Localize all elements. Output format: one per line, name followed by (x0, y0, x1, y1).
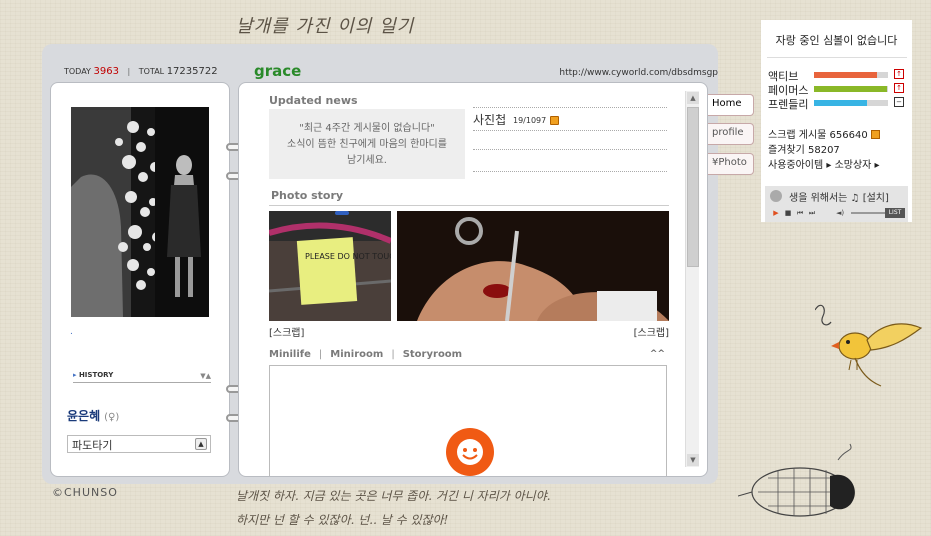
surf-select[interactable]: 파도타기 ▲ (67, 435, 211, 453)
surf-select-value: 파도타기 (72, 439, 113, 452)
updated-news-title: Updated news (269, 94, 358, 107)
total-label: TOTAL (138, 67, 165, 76)
scrap-posts-text: 스크랩 게시물 656640 (768, 130, 868, 141)
counter-separator: | (127, 67, 131, 76)
tab-profile[interactable]: profile (708, 123, 754, 145)
album-label: 사진첩 (473, 113, 507, 127)
photo-story-title: Photo story (271, 189, 344, 202)
new-badge-icon (870, 130, 880, 139)
main-panel: Updated news "최근 4주간 게시물이 없습니다" 소식이 뜸한 친… (238, 82, 708, 477)
playlist-button[interactable]: LIST (885, 208, 905, 218)
scrap-link[interactable]: [스크랩] (609, 324, 669, 339)
news-line: "최근 4주간 게시물이 없습니다" (299, 123, 435, 134)
tab-storyroom[interactable]: Storyroom (403, 349, 462, 360)
new-badge-icon (550, 116, 559, 125)
bgm-player: 생을 위해서는 ♫ [설치] ▶ ■ ⏮ ⏭ ◄) LIST (765, 186, 908, 222)
tab-home[interactable]: Home (708, 94, 754, 116)
prev-icon[interactable]: ⏮ (795, 208, 805, 218)
divider (767, 57, 907, 58)
photo-story-image-1[interactable]: PLEASE DO NOT TOUCH!! (269, 211, 391, 321)
scrap-link[interactable]: [스크랩] (269, 324, 329, 339)
tab-miniroom[interactable]: Miniroom (330, 349, 383, 360)
bgm-title[interactable]: 생을 위해서는 ♫ [설치] (789, 189, 905, 204)
today-count: 3963 (93, 66, 119, 77)
stat-friendly: 프렌들리 − (768, 96, 908, 111)
stat-famous: 페이머스 ↑ (768, 82, 908, 97)
volume-icon[interactable]: ◄) (835, 208, 845, 218)
scroll-down-icon[interactable]: ▼ (687, 454, 699, 466)
bottom-handwriting: 날개짓 하자. 지금 있는 곳은 너무 좁아. 거긴 니 자리가 아니야. 하지… (236, 484, 576, 534)
owner-name-text: 윤은혜 (67, 409, 101, 423)
credit-label: ©CHUNSO (52, 486, 118, 499)
news-line: 남기세요. (347, 155, 387, 166)
history-text: HISTORY (78, 371, 114, 379)
top-handwriting: 날개를 가진 이의 일기 (236, 16, 415, 37)
scroll-thumb[interactable] (687, 107, 699, 267)
history-bar[interactable]: ▸ HISTORY ▼▲ (73, 371, 211, 383)
album-count: 19/1097 (513, 116, 547, 125)
stat-label: 프렌들리 (768, 98, 809, 111)
visit-counter: TODAY 3963 | TOTAL 17235722 (64, 66, 234, 80)
stop-icon[interactable]: ■ (783, 208, 793, 218)
favorites[interactable]: 즐겨찾기 58207 (768, 141, 908, 156)
album-row[interactable]: 사진첩 19/1097 (473, 103, 667, 131)
collapse-icon[interactable]: ^^ (649, 349, 665, 361)
today-label: TODAY (64, 67, 91, 76)
scrap-posts[interactable]: 스크랩 게시물 656640 (768, 126, 908, 141)
minime-avatar-icon[interactable] (446, 428, 494, 476)
cage-illustration (737, 440, 868, 530)
room-tabs: Minilife | Miniroom | Storyroom ^^ (269, 349, 669, 363)
tab-minilife[interactable]: Minilife (269, 349, 311, 360)
divider (473, 149, 667, 150)
arrow-up-icon[interactable]: ↑ (894, 83, 904, 93)
divider (269, 205, 669, 206)
arrow-up-icon[interactable]: ↑ (894, 69, 904, 79)
frame-header: TODAY 3963 | TOTAL 17235722 grace http:/… (64, 62, 718, 82)
photo-story-image-2[interactable] (397, 211, 669, 321)
music-note-icon (770, 190, 782, 202)
gender-icon: (♀) (104, 412, 120, 423)
miniroom-box[interactable] (269, 365, 667, 476)
tab-separator: | (318, 349, 323, 360)
play-icon[interactable]: ▶ (771, 208, 781, 218)
history-toggle-icon[interactable]: ▼▲ (193, 372, 211, 382)
profile-dot: . (70, 327, 73, 337)
triangle-right-icon: ▸ (73, 371, 77, 379)
items-row[interactable]: 사용중아이템 ▸ 소망상자 ▸ (768, 156, 908, 171)
bottom-handwriting-line: 날개짓 하자. 지금 있는 곳은 너무 좁아. 거긴 니 자리가 아니야. (236, 489, 551, 503)
stat-active: 액티브 ↑ (768, 68, 908, 83)
tab-separator: | (391, 349, 395, 360)
stat-fill (814, 86, 887, 92)
stat-bar (814, 72, 888, 78)
bird-illustration (814, 300, 925, 400)
stat-bar (814, 86, 888, 92)
stat-bar (814, 100, 888, 106)
status-widget: 자랑 중인 심볼이 없습니다 액티브 ↑ 페이머스 ↑ 프렌들리 − 스크랩 게… (761, 20, 912, 222)
total-count: 17235722 (166, 66, 218, 77)
tab-photo[interactable]: ¥Photo (708, 153, 754, 175)
profile-panel: . ▸ HISTORY ▼▲ 윤은혜 (♀) 파도타기 ▲ (50, 82, 230, 477)
owner-name: 윤은혜 (♀) (67, 407, 207, 423)
volume-slider[interactable] (851, 212, 887, 214)
stat-fill (814, 100, 868, 106)
next-icon[interactable]: ⏭ (807, 208, 817, 218)
profile-photo[interactable] (71, 107, 209, 317)
stat-fill (814, 72, 877, 78)
divider (473, 171, 667, 172)
site-url[interactable]: http://www.cyworld.com/dbsdmsgp (558, 68, 718, 82)
scroll-up-icon[interactable]: ▲ (687, 92, 699, 104)
news-line: 소식이 뜸한 친구에게 마음의 한마디를 (287, 139, 447, 150)
symbol-status: 자랑 중인 심볼이 없습니다 (775, 34, 898, 47)
sign-text: PLEASE DO NOT TOUCH!! (305, 252, 391, 261)
bottom-handwriting-line: 하지만 넌 할 수 있잖아. 넌.. 날 수 있잖아! (236, 513, 449, 527)
site-title[interactable]: grace (254, 62, 374, 82)
scrollbar[interactable]: ▲ ▼ (685, 91, 699, 467)
news-box: "최근 4주간 게시물이 없습니다" 소식이 뜸한 친구에게 마음의 한마디를 … (269, 109, 465, 179)
minus-icon[interactable]: − (894, 97, 904, 107)
history-label: ▸ HISTORY (73, 371, 153, 383)
select-arrow-icon[interactable]: ▲ (195, 438, 207, 450)
